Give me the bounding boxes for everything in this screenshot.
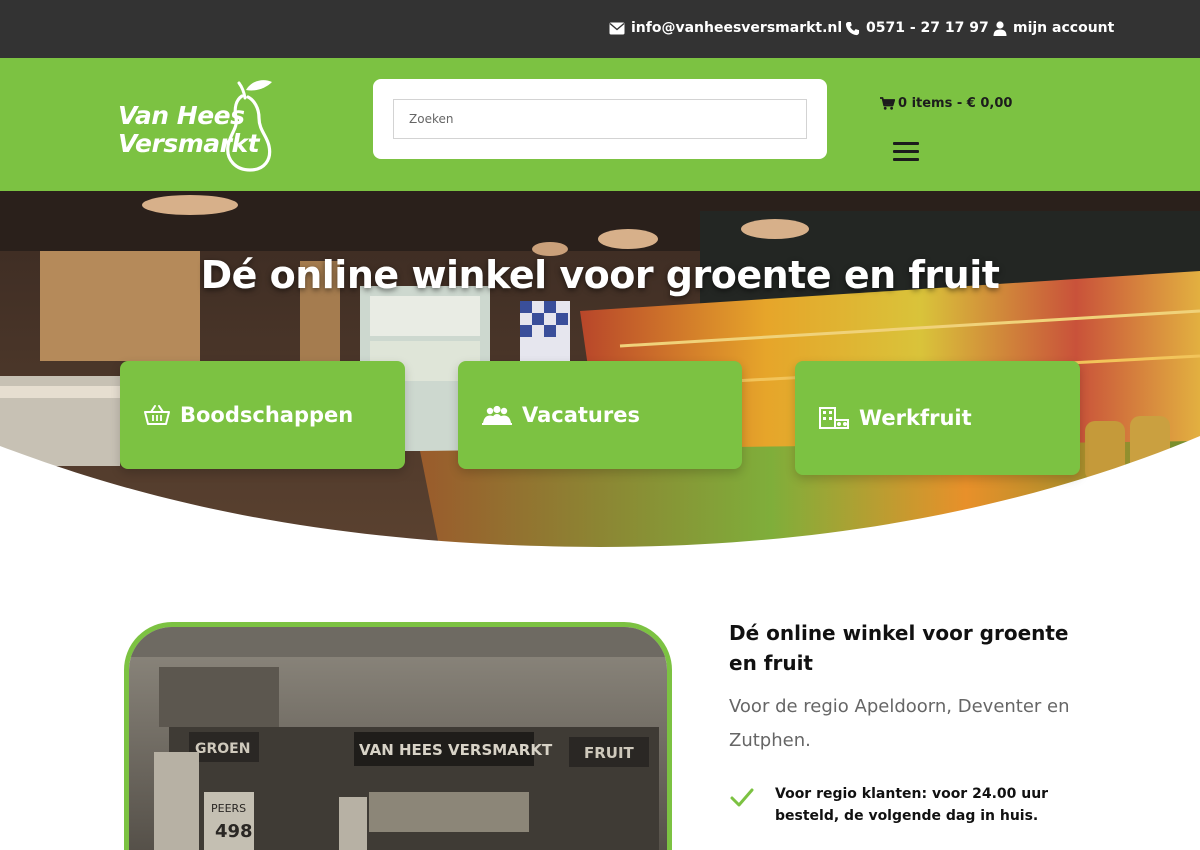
intro-title: Dé online winkel voor groente en fruit: [729, 621, 1069, 675]
cart-icon: [880, 97, 895, 110]
historic-photo-frame: VAN HEES VERSMARKT GROEN FRUIT PEERS 498: [124, 622, 672, 850]
svg-text:498: 498: [215, 821, 253, 842]
top-bar: info@vanheesversmarkt.nl 0571 - 27 17 97…: [0, 0, 1200, 58]
phone-icon: [845, 21, 860, 35]
hero-title: Dé online winkel voor groente en fruit: [200, 253, 1000, 297]
cart-text: 0 items - € 0,00: [898, 96, 1013, 111]
svg-text:PEERS: PEERS: [211, 802, 246, 815]
menu-hamburger-icon[interactable]: [893, 142, 919, 162]
card-label: Vacatures: [522, 403, 640, 427]
hero-section: Dé online winkel voor groente en fruit B…: [0, 191, 1200, 551]
feature-item: Voor regio klanten: voor 24.00 uur beste…: [729, 783, 1075, 827]
search-input[interactable]: [393, 99, 807, 139]
card-label: Boodschappen: [180, 403, 354, 427]
phone-text: 0571 - 27 17 97: [866, 20, 989, 36]
email-text: info@vanheesversmarkt.nl: [631, 20, 843, 36]
feature-text: Voor regio klanten: voor 24.00 uur beste…: [775, 786, 1049, 824]
search-container: [373, 79, 827, 159]
basket-icon: [144, 405, 170, 425]
office-icon: [819, 407, 849, 429]
account-text: mijn account: [1013, 20, 1115, 36]
people-icon: [482, 405, 512, 425]
card-vacatures[interactable]: Vacatures: [458, 361, 742, 469]
user-icon: [993, 20, 1007, 36]
historic-storefront-photo: VAN HEES VERSMARKT GROEN FRUIT PEERS 498: [129, 627, 667, 850]
checkmark-icon: [729, 783, 755, 827]
svg-text:VAN HEES VERSMARKT: VAN HEES VERSMARKT: [359, 741, 553, 759]
svg-text:GROEN: GROEN: [195, 741, 250, 757]
logo-line-1: Van Hees: [118, 101, 245, 130]
cart-link[interactable]: 0 items - € 0,00: [880, 96, 1012, 111]
account-link[interactable]: mijn account: [993, 17, 1114, 39]
logo[interactable]: Van Hees Versmarkt: [116, 78, 286, 173]
card-label: Werkfruit: [859, 406, 972, 430]
svg-text:FRUIT: FRUIT: [584, 744, 635, 762]
site-header: Van Hees Versmarkt 0 items - € 0,00: [0, 58, 1200, 191]
phone-link[interactable]: 0571 - 27 17 97: [845, 17, 989, 39]
logo-line-2: Versmarkt: [118, 129, 260, 158]
card-werkfruit[interactable]: Werkfruit: [795, 361, 1080, 475]
intro-subtitle: Voor de regio Apeldoorn, Deventer en Zut…: [729, 696, 1070, 751]
card-boodschappen[interactable]: Boodschappen: [120, 361, 405, 469]
envelope-icon: [609, 22, 625, 34]
email-link[interactable]: info@vanheesversmarkt.nl: [609, 17, 842, 39]
